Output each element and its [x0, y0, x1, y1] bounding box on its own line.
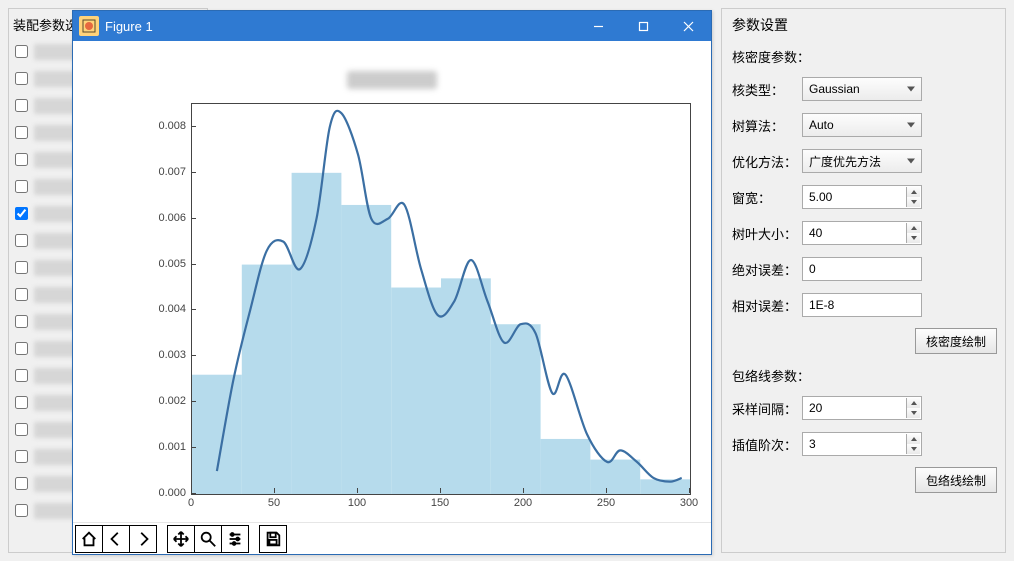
spin-down-icon[interactable]: [906, 197, 920, 207]
checkbox[interactable]: [15, 126, 28, 139]
checkbox[interactable]: [15, 207, 28, 220]
checkbox[interactable]: [15, 288, 28, 301]
x-tick-label: 100: [348, 497, 366, 509]
y-tick-label: 0.008: [126, 120, 186, 132]
figure-toolbar: [73, 522, 711, 554]
checkbox[interactable]: [15, 180, 28, 193]
checkbox[interactable]: [15, 99, 28, 112]
home-button[interactable]: [75, 525, 103, 553]
x-tick-label: 200: [514, 497, 532, 509]
kde-draw-button[interactable]: 核密度绘制: [915, 328, 997, 354]
leaf-stepper[interactable]: 40: [802, 221, 922, 245]
envelope-draw-button[interactable]: 包络线绘制: [915, 467, 997, 493]
zoom-button[interactable]: [194, 525, 222, 553]
histogram-bar: [391, 288, 441, 494]
spin-up-icon[interactable]: [906, 398, 920, 408]
right-panel: 参数设置 核密度参数： 核类型： Gaussian 树算法： Auto 优化方法…: [721, 8, 1006, 553]
x-tick-label: 150: [431, 497, 449, 509]
histogram-bar: [192, 375, 242, 494]
checkbox[interactable]: [15, 477, 28, 490]
opt-dropdown[interactable]: 广度优先方法: [802, 149, 922, 173]
atol-input[interactable]: 0: [802, 257, 922, 281]
figure-window: Figure 1 0.0000.0010.0020.0030.0040.0050…: [72, 10, 712, 555]
leaf-label: 树叶大小：: [732, 224, 802, 243]
interp-stepper[interactable]: 3: [802, 432, 922, 456]
y-tick-label: 0.006: [126, 212, 186, 224]
spin-down-icon[interactable]: [906, 233, 920, 243]
sampling-label: 采样间隔：: [732, 399, 802, 418]
histogram-bar: [242, 265, 292, 494]
x-tick-label: 250: [597, 497, 615, 509]
tree-label: 树算法：: [732, 116, 802, 135]
x-tick-label: 300: [680, 497, 698, 509]
atol-label: 绝对误差：: [732, 260, 802, 279]
checkbox[interactable]: [15, 396, 28, 409]
spin-up-icon[interactable]: [906, 187, 920, 197]
checkbox[interactable]: [15, 45, 28, 58]
kernel-label: 核类型：: [732, 80, 802, 99]
checkbox[interactable]: [15, 153, 28, 166]
histogram-bar: [341, 205, 391, 494]
pan-button[interactable]: [167, 525, 195, 553]
close-button[interactable]: [666, 11, 711, 41]
back-button[interactable]: [102, 525, 130, 553]
spin-down-icon[interactable]: [906, 444, 920, 454]
forward-button[interactable]: [129, 525, 157, 553]
figure-app-icon: [79, 16, 99, 36]
sampling-stepper[interactable]: 20: [802, 396, 922, 420]
x-tick-label: 0: [188, 497, 194, 509]
plot-title: [347, 71, 437, 89]
tree-dropdown[interactable]: Auto: [802, 113, 922, 137]
spin-up-icon[interactable]: [906, 223, 920, 233]
bandwidth-label: 窗宽：: [732, 188, 802, 207]
checkbox[interactable]: [15, 423, 28, 436]
checkbox[interactable]: [15, 72, 28, 85]
checkbox[interactable]: [15, 342, 28, 355]
bandwidth-stepper[interactable]: 5.00: [802, 185, 922, 209]
right-panel-title: 参数设置: [732, 15, 997, 35]
checkbox[interactable]: [15, 369, 28, 382]
interp-label: 插值阶次：: [732, 435, 802, 454]
y-tick-label: 0.000: [126, 487, 186, 499]
maximize-button[interactable]: [621, 11, 666, 41]
checkbox[interactable]: [15, 261, 28, 274]
minimize-button[interactable]: [576, 11, 621, 41]
checkbox[interactable]: [15, 315, 28, 328]
spin-up-icon[interactable]: [906, 434, 920, 444]
checkbox[interactable]: [15, 234, 28, 247]
histogram-bar: [491, 324, 541, 494]
rtol-label: 相对误差：: [732, 296, 802, 315]
histogram-bar: [590, 460, 640, 494]
figure-canvas: 0.000 0.001 0.002 0.003 0.004 0.005 0.006 0.007…: [73, 41, 711, 522]
spin-down-icon[interactable]: [906, 408, 920, 418]
figure-title: Figure 1: [105, 19, 576, 34]
histogram-bar: [541, 439, 591, 494]
envelope-heading: 包络线参数：: [732, 366, 997, 385]
kernel-dropdown[interactable]: Gaussian: [802, 77, 922, 101]
rtol-input[interactable]: 1E-8: [802, 293, 922, 317]
y-tick-label: 0.004: [126, 303, 186, 315]
configure-button[interactable]: [221, 525, 249, 553]
y-tick-label: 0.007: [126, 166, 186, 178]
x-tick-label: 50: [268, 497, 280, 509]
checkbox[interactable]: [15, 450, 28, 463]
y-tick-label: 0.001: [126, 441, 186, 453]
save-button[interactable]: [259, 525, 287, 553]
plot-area: [191, 103, 691, 495]
kde-heading: 核密度参数：: [732, 47, 997, 66]
checkbox[interactable]: [15, 504, 28, 517]
y-tick-label: 0.003: [126, 349, 186, 361]
figure-titlebar[interactable]: Figure 1: [73, 11, 711, 41]
opt-label: 优化方法：: [732, 152, 802, 171]
y-tick-label: 0.002: [126, 395, 186, 407]
y-tick-label: 0.005: [126, 258, 186, 270]
